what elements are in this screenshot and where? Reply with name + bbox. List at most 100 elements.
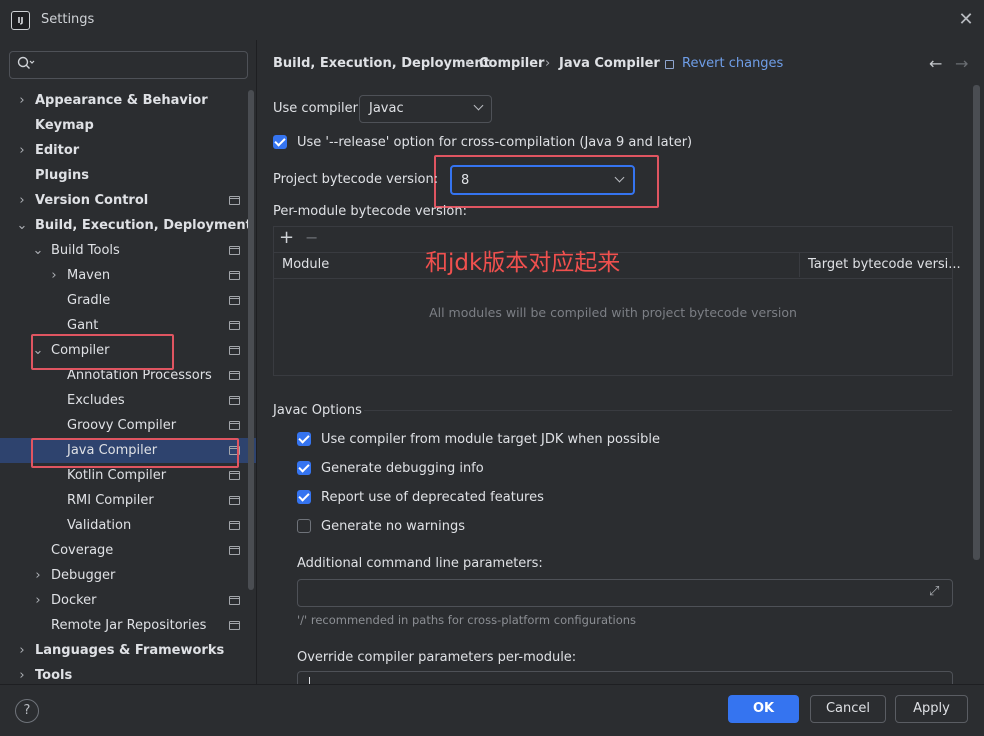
sidebar-item-groovy-compiler[interactable]: Groovy Compiler [0,413,245,438]
sidebar-item-build-tools[interactable]: ⌄ Build Tools [0,238,245,263]
release-option-label: Use '--release' option for cross-compila… [297,135,693,150]
column-target-bytecode[interactable]: Target bytecode versi... [808,257,961,272]
project-level-icon [229,496,240,505]
option-label-debug-info: Generate debugging info [321,461,484,476]
window-title: Settings [41,12,95,27]
bytecode-version-value: 8 [461,173,470,188]
annotation-text: 和jdk版本对应起来 [425,250,621,276]
help-icon[interactable]: ? [15,699,39,723]
params-hint: '/' recommended in paths for cross-platf… [297,613,637,627]
settings-search-input[interactable] [9,51,248,79]
breadcrumb-separator: › [545,56,551,71]
sidebar-item-debugger[interactable]: › Debugger [0,563,245,588]
sidebar-item-validation[interactable]: Validation [0,513,245,538]
sidebar-item-label: Maven [67,268,111,283]
sidebar-divider [256,40,257,684]
chevron-down-icon[interactable]: ⌄ [16,213,28,238]
sidebar-scrollbar[interactable] [248,90,254,590]
sidebar-item-remote-jar-repositories[interactable]: Remote Jar Repositories [0,613,245,638]
project-level-icon [229,521,240,530]
sidebar-item-label: Debugger [51,568,116,583]
highlight-compiler [31,334,174,370]
sidebar-item-keymap[interactable]: Keymap [0,113,245,138]
sidebar-item-label: Groovy Compiler [67,418,177,433]
sidebar-item-docker[interactable]: › Docker [0,588,245,613]
breadcrumb-separator: › [465,56,471,71]
sidebar-item-plugins[interactable]: Plugins [0,163,245,188]
sidebar-item-label: Gradle [67,293,111,308]
sidebar-item-build-execution-deployment[interactable]: ⌄ Build, Execution, Deployment [0,213,252,238]
chevron-right-icon[interactable]: › [32,588,44,613]
sidebar-item-rmi-compiler[interactable]: RMI Compiler [0,488,245,513]
sidebar-item-languages-frameworks[interactable]: › Languages & Frameworks [0,638,245,663]
chevron-right-icon[interactable]: › [16,88,28,113]
option-checkbox-no-warnings[interactable] [297,519,311,533]
use-compiler-value: Javac [369,101,404,116]
highlight-java-compiler [31,438,239,468]
sidebar-item-label: Keymap [35,118,94,133]
project-level-icon [229,271,240,280]
add-icon[interactable]: + [279,229,295,247]
project-level-icon [229,471,240,480]
back-arrow-icon[interactable]: ← [929,54,942,73]
sidebar-item-coverage[interactable]: Coverage [0,538,245,563]
sidebar-item-label: Coverage [51,543,114,558]
search-icon [17,56,35,69]
sidebar-item-gradle[interactable]: Gradle [0,288,245,313]
javac-options-title: Javac Options [273,403,362,418]
option-label-no-warnings: Generate no warnings [321,519,466,534]
sidebar-item-label: RMI Compiler [67,493,154,508]
sidebar-item-label: Plugins [35,168,89,183]
apply-button[interactable]: Apply [895,695,968,723]
sidebar-item-appearance-behavior[interactable]: › Appearance & Behavior [0,88,245,113]
sidebar-item-maven[interactable]: › Maven [0,263,245,288]
sidebar-item-version-control[interactable]: › Version Control [0,188,245,213]
cancel-button[interactable]: Cancel [810,695,886,723]
option-checkbox-debug-info[interactable] [297,461,311,475]
option-label-target-jdk: Use compiler from module target JDK when… [321,432,660,447]
option-label-deprecated: Report use of deprecated features [321,490,544,505]
project-level-icon [229,546,240,555]
project-level-icon [229,421,240,430]
override-params-label: Override compiler parameters per-module: [297,650,577,665]
option-checkbox-deprecated[interactable] [297,490,311,504]
option-checkbox-target-jdk[interactable] [297,432,311,446]
chevron-right-icon[interactable]: › [32,563,44,588]
use-compiler-select[interactable]: Javac [359,95,492,123]
table-empty-text: All modules will be compiled with projec… [429,305,797,320]
intellij-app-icon: IJ [11,11,30,30]
breadcrumb-java-compiler: Java Compiler [559,56,660,71]
sidebar-item-editor[interactable]: › Editor [0,138,245,163]
close-icon[interactable]: ✕ [955,9,977,31]
column-module[interactable]: Module [282,257,329,272]
sidebar-item-excludes[interactable]: Excludes [0,388,245,413]
sidebar-item-label: Build Tools [51,243,120,258]
breadcrumb-build[interactable]: Build, Execution, Deployment [273,56,490,71]
project-level-icon [229,371,240,380]
sidebar-item-label: Languages & Frameworks [35,643,225,658]
chevron-right-icon[interactable]: › [48,263,60,288]
title-bar [0,0,984,40]
chevron-right-icon[interactable]: › [16,638,28,663]
chevron-right-icon[interactable]: › [16,188,28,213]
forward-arrow-icon[interactable]: → [955,54,968,73]
release-option-checkbox[interactable] [273,135,287,149]
ok-button[interactable]: OK [728,695,799,723]
project-level-icon [229,296,240,305]
additional-params-input[interactable] [297,579,953,607]
column-separator [799,253,800,277]
group-divider [364,410,952,411]
breadcrumb-compiler[interactable]: Compiler [479,56,544,71]
bytecode-version-select[interactable]: 8 [450,165,635,195]
chevron-right-icon[interactable]: › [16,138,28,163]
chevron-down-icon[interactable]: ⌄ [32,238,44,263]
revert-changes-link[interactable]: Revert changes [682,56,783,71]
project-level-icon [229,346,240,355]
bytecode-version-label: Project bytecode version: [273,172,439,187]
project-level-icon [229,621,240,630]
expand-icon[interactable]: ⤢ [929,584,945,600]
sidebar-item-label: Remote Jar Repositories [51,618,207,633]
remove-icon[interactable]: − [305,229,319,247]
content-scrollbar[interactable] [973,85,980,560]
per-module-label: Per-module bytecode version: [273,204,467,219]
